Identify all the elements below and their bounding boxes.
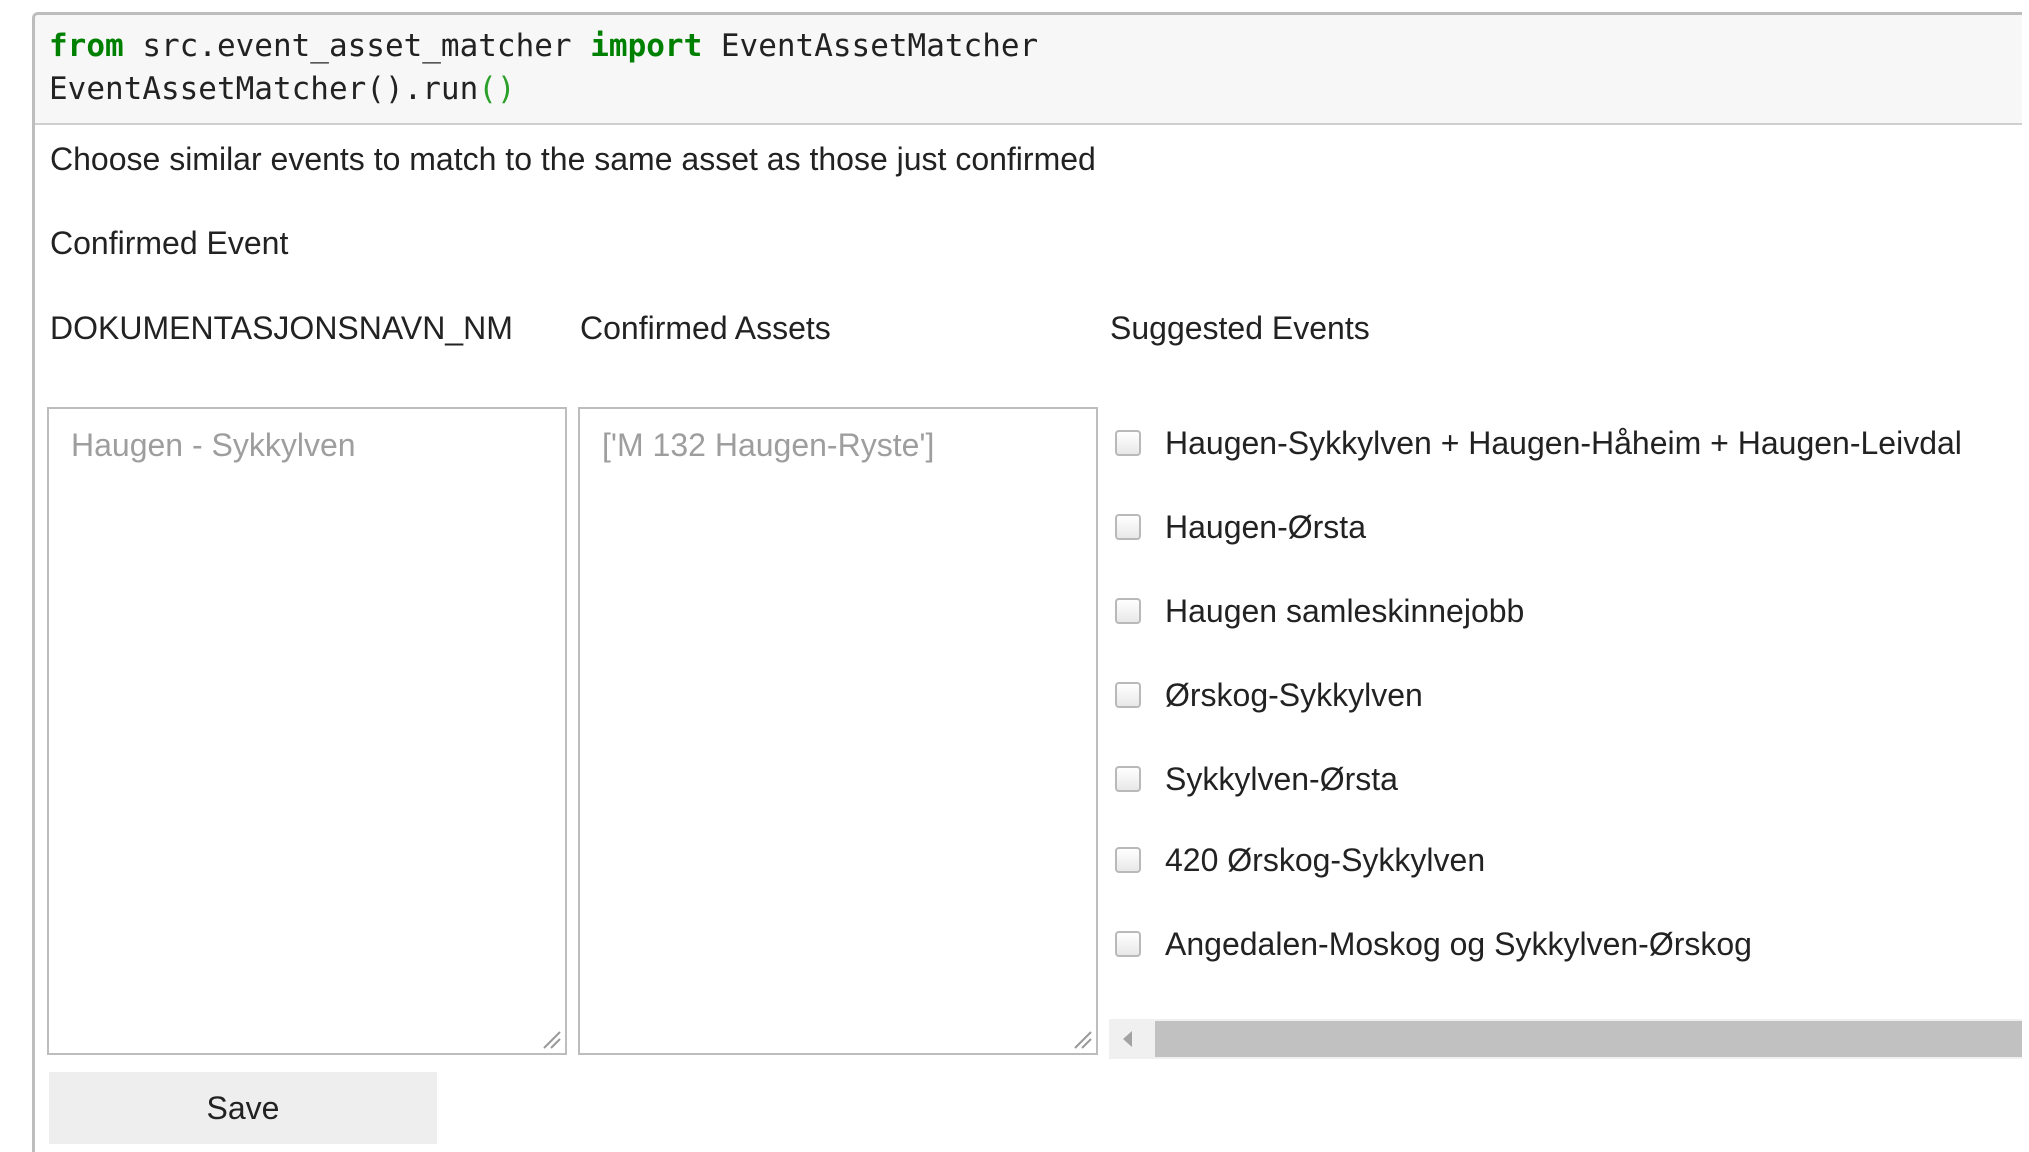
suggested-event-option[interactable]: Sykkylven-Ørsta xyxy=(1115,757,1398,801)
code-import-name: EventAssetMatcher xyxy=(702,28,1039,64)
horizontal-scrollbar[interactable] xyxy=(1109,1019,2022,1059)
event-checkbox[interactable] xyxy=(1115,430,1141,456)
event-label: Sykkylven-Ørsta xyxy=(1165,760,1398,797)
event-label: Haugen samleskinnejobb xyxy=(1165,592,1525,629)
resize-grip-icon[interactable] xyxy=(539,1027,561,1049)
doc-name-header: DOKUMENTASJONSNAVN_NM xyxy=(50,310,513,346)
code-module: src.event_asset_matcher xyxy=(123,28,591,64)
confirmed-assets-textarea[interactable]: ['M 132 Haugen-Ryste'] xyxy=(578,407,1098,1055)
event-checkbox[interactable] xyxy=(1115,766,1141,792)
keyword-from: from xyxy=(49,28,124,64)
event-checkbox[interactable] xyxy=(1115,514,1141,540)
event-checkbox[interactable] xyxy=(1115,931,1141,957)
suggested-event-option[interactable]: 420 Ørskog-Sykkylven xyxy=(1115,838,1485,882)
event-label: Haugen-Ørsta xyxy=(1165,508,1366,545)
suggested-event-option[interactable]: Angedalen-Moskog og Sykkylven-Ørskog xyxy=(1115,922,1752,966)
code-parens: () xyxy=(478,71,516,107)
keyword-import: import xyxy=(590,28,703,64)
event-checkbox[interactable] xyxy=(1115,682,1141,708)
suggested-event-option[interactable]: Haugen samleskinnejobb xyxy=(1115,589,1524,633)
suggested-event-option[interactable]: Haugen-Sykkylven + Haugen-Håheim + Hauge… xyxy=(1115,421,1962,465)
event-label: Haugen-Sykkylven + Haugen-Håheim + Hauge… xyxy=(1165,424,1962,461)
doc-name-textarea[interactable]: Haugen - Sykkylven xyxy=(47,407,567,1055)
event-label: Ørskog-Sykkylven xyxy=(1165,676,1423,713)
confirmed-assets-header: Confirmed Assets xyxy=(580,310,831,346)
save-button[interactable]: Save xyxy=(49,1072,437,1144)
suggested-events-header: Suggested Events xyxy=(1110,310,1370,346)
instruction-text: Choose similar events to match to the sa… xyxy=(50,141,1096,177)
scrollbar-thumb[interactable] xyxy=(1155,1021,2022,1057)
event-label: 420 Ørskog-Sykkylven xyxy=(1165,841,1486,878)
widget-output: Choose similar events to match to the sa… xyxy=(35,127,2022,1152)
notebook-cell: from src.event_asset_matcher import Even… xyxy=(32,12,2022,1152)
suggested-event-option[interactable]: Haugen-Ørsta xyxy=(1115,505,1366,549)
suggested-event-option[interactable]: Ørskog-Sykkylven xyxy=(1115,673,1423,717)
code-input[interactable]: from src.event_asset_matcher import Even… xyxy=(35,15,2022,125)
event-checkbox[interactable] xyxy=(1115,598,1141,624)
code-call: EventAssetMatcher().run xyxy=(49,71,479,107)
assets-placeholder: ['M 132 Haugen-Ryste'] xyxy=(602,427,935,463)
resize-grip-icon[interactable] xyxy=(1070,1027,1092,1049)
event-label: Angedalen-Moskog og Sykkylven-Ørskog xyxy=(1165,925,1752,962)
confirmed-event-heading: Confirmed Event xyxy=(50,225,289,261)
event-checkbox[interactable] xyxy=(1115,847,1141,873)
doc-name-placeholder: Haugen - Sykkylven xyxy=(71,427,356,463)
chevron-left-icon[interactable] xyxy=(1123,1031,1132,1047)
